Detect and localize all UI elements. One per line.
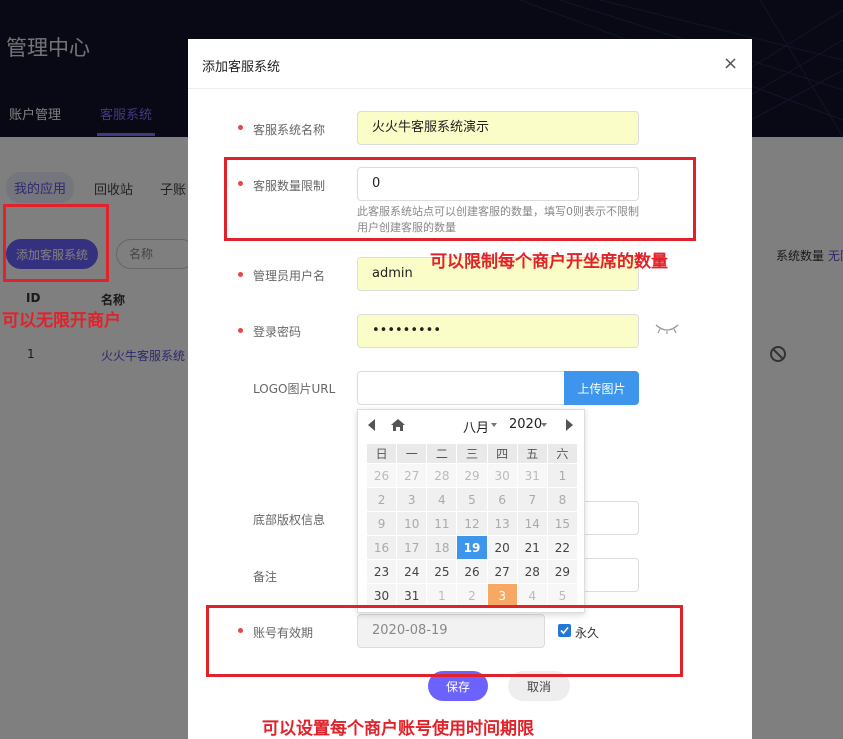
home-icon[interactable] (390, 418, 406, 432)
prev-month-icon[interactable] (368, 419, 375, 431)
calendar-day[interactable]: 22 (546, 535, 579, 560)
calendar-day[interactable]: 31 (516, 463, 548, 488)
logo-label: LOGO图片URL (253, 382, 336, 396)
calendar-day[interactable]: 28 (516, 559, 548, 584)
chevron-down-icon (541, 423, 547, 427)
calendar-day[interactable]: 30 (486, 463, 518, 488)
calendar-day[interactable]: 7 (516, 487, 548, 512)
close-icon[interactable]: × (723, 55, 738, 73)
calendar-day[interactable]: 9 (365, 511, 398, 536)
logo-url-input[interactable] (357, 371, 567, 405)
month-select[interactable]: 八月 (463, 417, 489, 436)
calendar-day[interactable]: 2 (456, 583, 488, 608)
calendar-day[interactable]: 29 (456, 463, 488, 488)
calendar-day[interactable]: 11 (426, 511, 458, 536)
remark-label: 备注 (253, 570, 278, 584)
eye-closed-icon[interactable] (655, 323, 679, 335)
calendar-day[interactable]: 21 (516, 535, 548, 560)
calendar-day[interactable]: 31 (396, 583, 428, 608)
calendar-day[interactable]: 16 (365, 535, 398, 560)
weekday-header: 五 (516, 443, 548, 464)
calendar-day[interactable]: 28 (426, 463, 458, 488)
weekday-header: 一 (396, 443, 428, 464)
password-label: 登录密码 (253, 325, 302, 339)
weekday-header: 二 (426, 443, 458, 464)
system-name-input[interactable]: 火火牛客服系统演示 (357, 111, 639, 145)
next-month-icon[interactable] (566, 419, 573, 431)
date-picker: 八月 2020 日 一 二 三 四 五 六 26 27 28 29 30 31 … (357, 409, 585, 613)
year-select[interactable]: 2020 (509, 417, 542, 432)
required-marker (238, 125, 243, 130)
calendar-day-selected[interactable]: 19 (456, 535, 488, 560)
calendar-day[interactable]: 3 (396, 487, 428, 512)
calendar-day[interactable]: 2 (365, 487, 398, 512)
calendar-day[interactable]: 26 (456, 559, 488, 584)
calendar-day[interactable]: 18 (426, 535, 458, 560)
annotation-unlimited-merchants: 可以无限开商户 (2, 311, 121, 331)
calendar-day[interactable]: 26 (365, 463, 398, 488)
annotation-box-agent-limit (224, 157, 696, 241)
weekday-header: 四 (486, 443, 518, 464)
weekday-header: 六 (546, 443, 579, 464)
calendar-day[interactable]: 15 (546, 511, 579, 536)
calendar-day[interactable]: 27 (486, 559, 518, 584)
calendar-day[interactable]: 12 (456, 511, 488, 536)
calendar-day[interactable]: 29 (546, 559, 579, 584)
copyright-label: 底部版权信息 (253, 513, 326, 527)
calendar-day[interactable]: 30 (365, 583, 398, 608)
annotation-box-add-button (3, 204, 109, 282)
calendar-day[interactable]: 4 (516, 583, 548, 608)
admin-user-label: 管理员用户名 (253, 269, 326, 283)
required-marker (238, 328, 243, 333)
calendar-day[interactable]: 13 (486, 511, 518, 536)
required-marker (238, 272, 243, 277)
calendar-day[interactable]: 4 (426, 487, 458, 512)
calendar-day[interactable]: 5 (546, 583, 579, 608)
calendar-day[interactable]: 14 (516, 511, 548, 536)
calendar-day[interactable]: 20 (486, 535, 518, 560)
calendar-day[interactable]: 25 (426, 559, 458, 584)
calendar-day[interactable]: 6 (486, 487, 518, 512)
password-input[interactable]: ••••••••• (357, 314, 639, 348)
calendar-day[interactable]: 1 (426, 583, 458, 608)
calendar-day[interactable]: 17 (396, 535, 428, 560)
calendar-day[interactable]: 10 (396, 511, 428, 536)
calendar-day[interactable]: 5 (456, 487, 488, 512)
calendar-grid: 日 一 二 三 四 五 六 26 27 28 29 30 31 1 2 3 4 … (365, 443, 579, 608)
system-name-label: 客服系统名称 (253, 123, 326, 137)
calendar-day[interactable]: 27 (396, 463, 428, 488)
calendar-day-today[interactable]: 3 (486, 583, 518, 608)
modal-title: 添加客服系统 (202, 60, 281, 75)
calendar-day[interactable]: 23 (365, 559, 398, 584)
annotation-expiry-limit: 可以设置每个商户账号使用时间期限 (262, 719, 534, 739)
annotation-limit-agents: 可以限制每个商户开坐席的数量 (430, 252, 668, 272)
upload-image-button[interactable]: 上传图片 (564, 371, 639, 405)
annotation-box-expiry (206, 605, 683, 677)
chevron-down-icon (491, 423, 497, 427)
calendar-day[interactable]: 24 (396, 559, 428, 584)
weekday-header: 三 (456, 443, 488, 464)
weekday-header: 日 (365, 443, 398, 464)
calendar-day[interactable]: 1 (546, 463, 579, 488)
calendar-day[interactable]: 8 (546, 487, 579, 512)
modal-header: 添加客服系统 × (188, 39, 752, 89)
